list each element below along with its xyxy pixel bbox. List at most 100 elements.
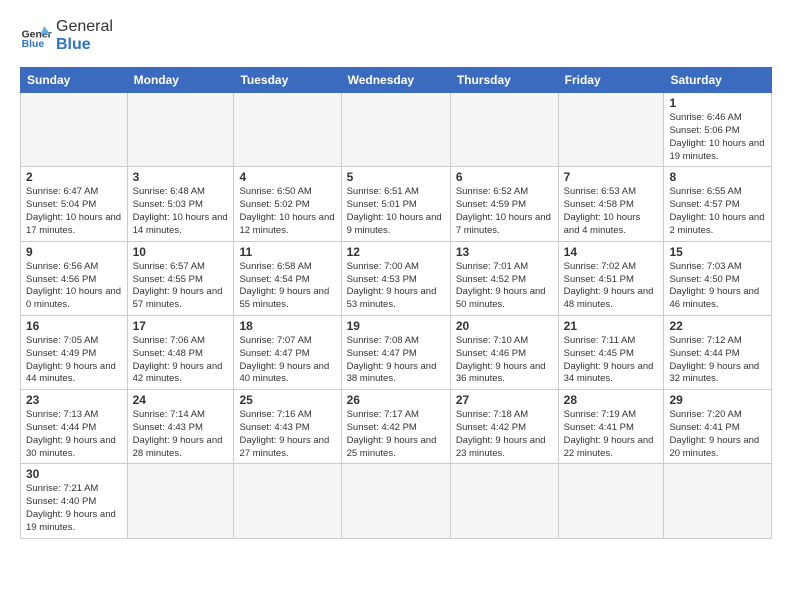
day-cell [341,93,450,167]
day-number: 23 [26,393,122,407]
day-number: 13 [456,245,553,259]
day-cell: 6Sunrise: 6:52 AM Sunset: 4:59 PM Daylig… [450,167,558,241]
day-cell: 3 Sunrise: 6:48 AM Sunset: 5:03 PM Daylig… [127,167,234,241]
day-info: Sunrise: 7:08 AM Sunset: 4:47 PM Dayligh… [347,335,445,386]
day-info: Sunrise: 7:17 AM Sunset: 4:42 PM Dayligh… [347,409,445,460]
day-number: 21 [564,319,659,333]
day-info: Sunrise: 7:05 AM Sunset: 4:49 PM Dayligh… [26,335,122,386]
day-cell [234,464,341,538]
day-info: Sunrise: 6:56 AM Sunset: 4:56 PM Dayligh… [26,261,122,312]
week-row-0: 1 Sunrise: 6:46 AM Sunset: 5:06 PM Daylig… [21,93,772,167]
svg-text:Blue: Blue [22,39,45,50]
day-info: Sunrise: 7:18 AM Sunset: 4:42 PM Dayligh… [456,409,553,460]
day-info: Sunrise: 7:06 AM Sunset: 4:48 PM Dayligh… [133,335,229,386]
day-number: 28 [564,393,659,407]
day-cell: 12 Sunrise: 7:00 AM Sunset: 4:53 PM Dayli… [341,241,450,315]
day-info: Sunrise: 7:02 AM Sunset: 4:51 PM Dayligh… [564,261,659,312]
day-info: Sunrise: 6:47 AM Sunset: 5:04 PM Dayligh… [26,186,122,237]
day-number: 16 [26,319,122,333]
day-info: Sunrise: 7:14 AM Sunset: 4:43 PM Dayligh… [133,409,229,460]
day-info: Sunrise: 6:55 AM Sunset: 4:57 PM Dayligh… [669,186,766,237]
day-cell: 29 Sunrise: 7:20 AM Sunset: 4:41 PM Dayli… [664,390,772,464]
day-info: Sunrise: 6:50 AM Sunset: 5:02 PM Dayligh… [239,186,335,237]
day-cell: 1 Sunrise: 6:46 AM Sunset: 5:06 PM Daylig… [664,93,772,167]
header: General Blue General Blue [20,18,772,53]
calendar-header-row: SundayMondayTuesdayWednesdayThursdayFrid… [21,68,772,93]
day-number: 2 [26,170,122,184]
day-cell: 8 Sunrise: 6:55 AM Sunset: 4:57 PM Daylig… [664,167,772,241]
day-number: 27 [456,393,553,407]
day-number: 29 [669,393,766,407]
day-cell: 13Sunrise: 7:01 AM Sunset: 4:52 PM Dayli… [450,241,558,315]
day-number: 8 [669,170,766,184]
day-info: Sunrise: 7:21 AM Sunset: 4:40 PM Dayligh… [26,483,122,534]
day-cell: 20 Sunrise: 7:10 AM Sunset: 4:46 PM Dayli… [450,315,558,389]
day-cell [21,93,128,167]
day-info: Sunrise: 6:53 AM Sunset: 4:58 PM Dayligh… [564,186,659,237]
day-number: 9 [26,245,122,259]
day-cell: 4Sunrise: 6:50 AM Sunset: 5:02 PM Daylig… [234,167,341,241]
day-cell [341,464,450,538]
day-cell: 26 Sunrise: 7:17 AM Sunset: 4:42 PM Dayli… [341,390,450,464]
day-number: 7 [564,170,659,184]
day-number: 3 [133,170,229,184]
day-info: Sunrise: 7:00 AM Sunset: 4:53 PM Dayligh… [347,261,445,312]
day-info: Sunrise: 6:52 AM Sunset: 4:59 PM Dayligh… [456,186,553,237]
day-number: 14 [564,245,659,259]
col-header-tuesday: Tuesday [234,68,341,93]
day-cell: 28Sunrise: 7:19 AM Sunset: 4:41 PM Dayli… [558,390,664,464]
day-number: 11 [239,245,335,259]
col-header-wednesday: Wednesday [341,68,450,93]
day-info: Sunrise: 7:10 AM Sunset: 4:46 PM Dayligh… [456,335,553,386]
day-number: 22 [669,319,766,333]
day-info: Sunrise: 7:20 AM Sunset: 4:41 PM Dayligh… [669,409,766,460]
day-number: 10 [133,245,229,259]
day-cell [127,464,234,538]
day-cell: 23 Sunrise: 7:13 AM Sunset: 4:44 PM Dayli… [21,390,128,464]
day-number: 24 [133,393,229,407]
day-number: 30 [26,467,122,481]
day-number: 5 [347,170,445,184]
day-number: 1 [669,96,766,110]
week-row-1: 2 Sunrise: 6:47 AM Sunset: 5:04 PM Daylig… [21,167,772,241]
day-number: 12 [347,245,445,259]
day-number: 26 [347,393,445,407]
day-cell: 17Sunrise: 7:06 AM Sunset: 4:48 PM Dayli… [127,315,234,389]
day-cell: 22 Sunrise: 7:12 AM Sunset: 4:44 PM Dayli… [664,315,772,389]
day-cell: 2 Sunrise: 6:47 AM Sunset: 5:04 PM Daylig… [21,167,128,241]
week-row-4: 23 Sunrise: 7:13 AM Sunset: 4:44 PM Dayli… [21,390,772,464]
day-cell [450,93,558,167]
day-cell [450,464,558,538]
col-header-monday: Monday [127,68,234,93]
page: General Blue General Blue SundayMondayTu… [0,0,792,549]
calendar-body: 1 Sunrise: 6:46 AM Sunset: 5:06 PM Daylig… [21,93,772,539]
day-info: Sunrise: 6:46 AM Sunset: 5:06 PM Dayligh… [669,112,766,163]
day-info: Sunrise: 7:03 AM Sunset: 4:50 PM Dayligh… [669,261,766,312]
day-info: Sunrise: 7:12 AM Sunset: 4:44 PM Dayligh… [669,335,766,386]
week-row-5: 30 Sunrise: 7:21 AM Sunset: 4:40 PM Dayli… [21,464,772,538]
col-header-thursday: Thursday [450,68,558,93]
day-number: 20 [456,319,553,333]
day-cell: 5Sunrise: 6:51 AM Sunset: 5:01 PM Daylig… [341,167,450,241]
day-cell: 7 Sunrise: 6:53 AM Sunset: 4:58 PM Daylig… [558,167,664,241]
day-info: Sunrise: 7:07 AM Sunset: 4:47 PM Dayligh… [239,335,335,386]
day-cell: 21Sunrise: 7:11 AM Sunset: 4:45 PM Dayli… [558,315,664,389]
logo-general-text: General [56,18,113,36]
logo-icon: General Blue [20,20,52,52]
col-header-friday: Friday [558,68,664,93]
day-cell [558,464,664,538]
day-info: Sunrise: 6:57 AM Sunset: 4:55 PM Dayligh… [133,261,229,312]
day-cell: 9 Sunrise: 6:56 AM Sunset: 4:56 PM Daylig… [21,241,128,315]
day-cell: 30 Sunrise: 7:21 AM Sunset: 4:40 PM Dayli… [21,464,128,538]
day-cell: 24 Sunrise: 7:14 AM Sunset: 4:43 PM Dayli… [127,390,234,464]
day-info: Sunrise: 7:13 AM Sunset: 4:44 PM Dayligh… [26,409,122,460]
day-number: 15 [669,245,766,259]
logo-blue-text: Blue [56,36,113,54]
day-number: 18 [239,319,335,333]
day-cell: 25Sunrise: 7:16 AM Sunset: 4:43 PM Dayli… [234,390,341,464]
logo: General Blue General Blue [20,18,113,53]
day-number: 19 [347,319,445,333]
day-cell: 14 Sunrise: 7:02 AM Sunset: 4:51 PM Dayli… [558,241,664,315]
day-info: Sunrise: 6:48 AM Sunset: 5:03 PM Dayligh… [133,186,229,237]
day-info: Sunrise: 7:16 AM Sunset: 4:43 PM Dayligh… [239,409,335,460]
